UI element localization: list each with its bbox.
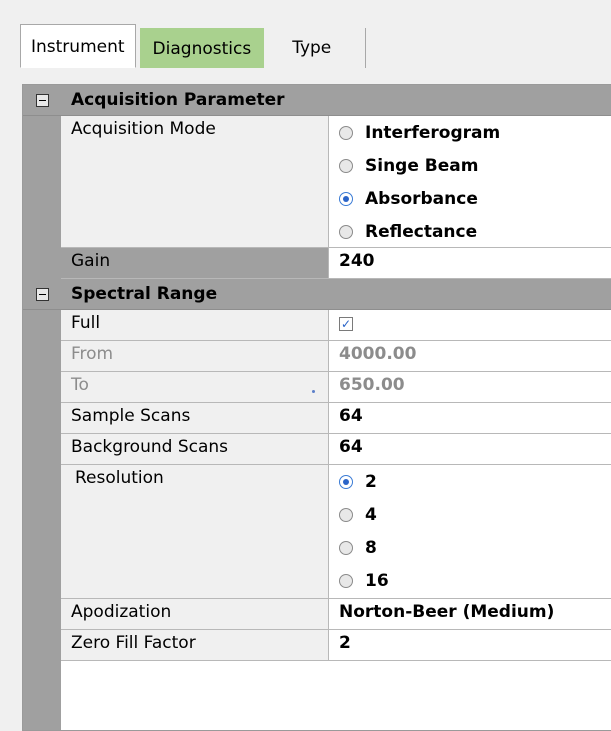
radio-label: Interferogram — [365, 122, 501, 143]
radio-option-interferogram[interactable]: Interferogram — [339, 116, 611, 149]
property-name: Zero Fill Factor — [61, 630, 329, 660]
zero-fill-value[interactable]: 2 — [329, 630, 611, 660]
tab-instrument[interactable]: Instrument — [20, 24, 136, 68]
property-name: Resolution — [61, 465, 329, 598]
property-name: Gain — [61, 248, 329, 278]
row-zero-fill-factor: Zero Fill Factor 2 — [61, 630, 611, 661]
cursor-dot — [312, 390, 315, 393]
radio-button-icon[interactable] — [339, 507, 353, 522]
row-resolution: Resolution 2 4 8 16 — [61, 465, 611, 599]
radio-label: 4 — [365, 504, 377, 525]
row-full: Full ✓ — [61, 310, 611, 341]
row-acquisition-mode: Acquisition Mode Interferogram Singe Bea… — [61, 116, 611, 248]
checkbox-checked-icon[interactable]: ✓ — [339, 317, 353, 331]
radio-option-singe-beam[interactable]: Singe Beam — [339, 149, 611, 182]
category-label: Spectral Range — [71, 284, 218, 304]
radio-option-2[interactable]: 2 — [339, 465, 611, 498]
radio-label: Reflectance — [365, 221, 478, 242]
row-from: From 4000.00 — [61, 341, 611, 372]
row-sample-scans: Sample Scans 64 — [61, 403, 611, 434]
radio-option-16[interactable]: 16 — [339, 564, 611, 597]
tab-bar: Instrument Diagnostics Type — [20, 22, 370, 68]
property-name: From — [61, 341, 329, 371]
radio-option-4[interactable]: 4 — [339, 498, 611, 531]
property-name: Sample Scans — [61, 403, 329, 433]
property-rows: Acquisition Parameter Acquisition Mode I… — [23, 85, 611, 661]
collapse-minus-icon[interactable] — [35, 287, 49, 301]
background-scans-value[interactable]: 64 — [329, 434, 611, 464]
property-name: Background Scans — [61, 434, 329, 464]
radio-label: 16 — [365, 570, 389, 591]
row-apodization: Apodization Norton-Beer (Medium) — [61, 599, 611, 630]
radio-option-absorbance[interactable]: Absorbance — [339, 182, 611, 215]
property-name: Full — [61, 310, 329, 340]
row-to: To 650.00 — [61, 372, 611, 403]
radio-button-icon[interactable] — [339, 125, 353, 140]
row-background-scans: Background Scans 64 — [61, 434, 611, 465]
radio-label: 8 — [365, 537, 377, 558]
collapse-toggle[interactable] — [23, 287, 61, 301]
category-acquisition-parameter: Acquisition Parameter — [23, 85, 611, 116]
radio-button-icon[interactable] — [339, 224, 353, 239]
property-name: Acquisition Mode — [61, 116, 329, 247]
to-value[interactable]: 650.00 — [329, 372, 611, 402]
resolution-options: 2 4 8 16 — [329, 465, 611, 598]
radio-label: Absorbance — [365, 188, 478, 209]
row-gain: Gain 240 — [61, 248, 611, 279]
property-name: Apodization — [61, 599, 329, 629]
sample-scans-value[interactable]: 64 — [329, 403, 611, 433]
radio-option-reflectance[interactable]: Reflectance — [339, 215, 611, 247]
radio-label: Singe Beam — [365, 155, 479, 176]
collapse-minus-icon[interactable] — [35, 93, 49, 107]
radio-label: 2 — [365, 471, 377, 492]
radio-button-selected-icon[interactable] — [339, 474, 353, 489]
radio-button-selected-icon[interactable] — [339, 191, 353, 206]
radio-button-icon[interactable] — [339, 573, 353, 588]
category-label: Acquisition Parameter — [71, 90, 285, 110]
property-name: To — [61, 372, 329, 402]
radio-button-icon[interactable] — [339, 540, 353, 555]
acquisition-mode-options: Interferogram Singe Beam Absorbance Refl… — [329, 116, 611, 247]
from-value[interactable]: 4000.00 — [329, 341, 611, 371]
radio-button-icon[interactable] — [339, 158, 353, 173]
gain-value[interactable]: 240 — [329, 248, 611, 278]
property-grid: Acquisition Parameter Acquisition Mode I… — [22, 84, 611, 731]
tab-diagnostics[interactable]: Diagnostics — [139, 28, 265, 68]
full-value: ✓ — [329, 310, 611, 340]
tab-type[interactable]: Type — [268, 28, 367, 68]
radio-option-8[interactable]: 8 — [339, 531, 611, 564]
category-spectral-range: Spectral Range — [23, 279, 611, 310]
collapse-toggle[interactable] — [23, 93, 61, 107]
apodization-value[interactable]: Norton-Beer (Medium) — [329, 599, 611, 629]
